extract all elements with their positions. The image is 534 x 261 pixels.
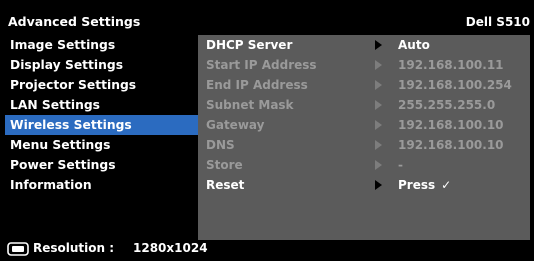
setting-value: 192.168.100.11: [398, 58, 504, 72]
setting-label: Subnet Mask: [206, 98, 294, 112]
arrow-right-icon: [375, 160, 382, 170]
setting-value: 255.255.255.0: [398, 98, 496, 112]
nav-item-display-settings[interactable]: Display Settings: [5, 55, 198, 75]
setting-label: DHCP Server: [206, 38, 293, 52]
arrow-right-icon: [375, 180, 382, 190]
menu-title: Advanced Settings: [8, 14, 141, 29]
setting-value: -: [398, 158, 403, 172]
setting-label: DNS: [206, 138, 235, 152]
setting-row-store: Store -: [198, 155, 530, 175]
nav-item-information[interactable]: Information: [5, 175, 198, 195]
setting-value: Press ✓: [398, 175, 451, 195]
nav-item-power-settings[interactable]: Power Settings: [5, 155, 198, 175]
input-source-icon: [7, 242, 29, 256]
reset-press-label: Press: [398, 178, 436, 192]
resolution-label: Resolution :: [33, 241, 115, 255]
status-bar: Resolution : 1280x1024: [5, 240, 530, 258]
title-bar: Advanced Settings Dell S510: [5, 11, 530, 33]
setting-row-start-ip: Start IP Address 192.168.100.11: [198, 55, 530, 75]
setting-label: End IP Address: [206, 78, 308, 92]
setting-label: Store: [206, 158, 243, 172]
checkmark-icon: ✓: [441, 178, 452, 192]
wireless-settings-panel: DHCP Server Auto Start IP Address 192.16…: [198, 35, 530, 240]
arrow-right-icon: [375, 140, 382, 150]
arrow-right-icon: [375, 120, 382, 130]
setting-row-gateway: Gateway 192.168.100.10: [198, 115, 530, 135]
setting-value: 192.168.100.10: [398, 118, 504, 132]
setting-value: 192.168.100.10: [398, 138, 504, 152]
setting-label: Gateway: [206, 118, 265, 132]
projector-model: Dell S510: [465, 15, 530, 29]
setting-row-end-ip: End IP Address 192.168.100.254: [198, 75, 530, 95]
nav-item-lan-settings[interactable]: LAN Settings: [5, 95, 198, 115]
setting-row-dhcp-server[interactable]: DHCP Server Auto: [198, 35, 530, 55]
nav-item-image-settings[interactable]: Image Settings: [5, 35, 198, 55]
setting-label: Start IP Address: [206, 58, 317, 72]
arrow-right-icon: [375, 60, 382, 70]
setting-row-dns: DNS 192.168.100.10: [198, 135, 530, 155]
setting-value: 192.168.100.254: [398, 78, 512, 92]
nav-item-wireless-settings[interactable]: Wireless Settings: [5, 115, 198, 135]
osd-menu: Advanced Settings Dell S510 Image Settin…: [0, 0, 534, 261]
settings-nav: Image Settings Display Settings Projecto…: [5, 35, 198, 240]
nav-item-menu-settings[interactable]: Menu Settings: [5, 135, 198, 155]
nav-item-projector-settings[interactable]: Projector Settings: [5, 75, 198, 95]
setting-row-subnet-mask: Subnet Mask 255.255.255.0: [198, 95, 530, 115]
arrow-right-icon: [375, 100, 382, 110]
resolution-value: 1280x1024: [133, 241, 208, 255]
setting-label: Reset: [206, 178, 245, 192]
setting-row-reset[interactable]: Reset Press ✓: [198, 175, 530, 195]
arrow-right-icon: [375, 80, 382, 90]
setting-value: Auto: [398, 38, 430, 52]
arrow-right-icon: [375, 40, 382, 50]
